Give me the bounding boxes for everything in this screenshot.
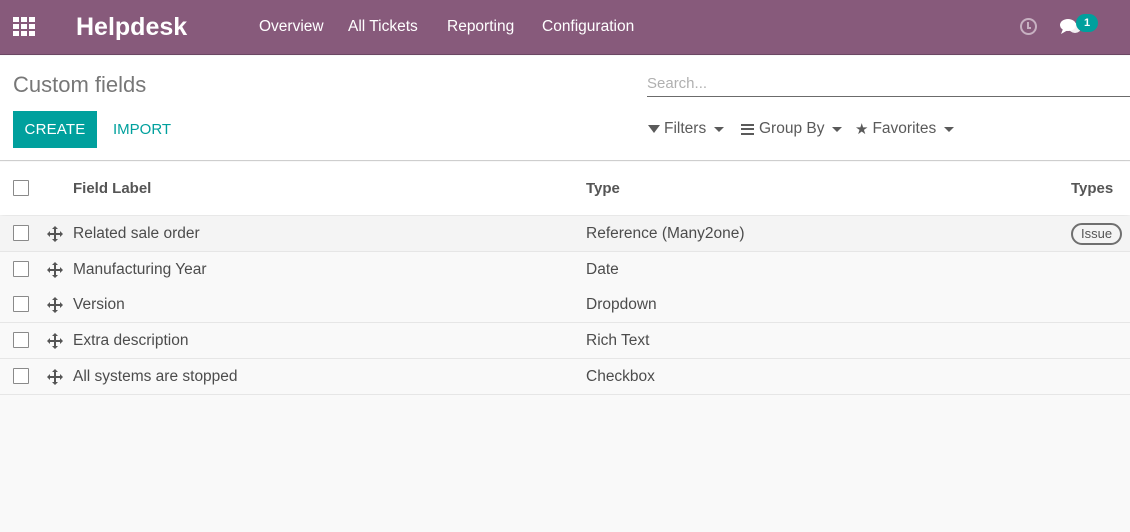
field-label-cell: Manufacturing Year: [73, 261, 207, 278]
row-checkbox[interactable]: [13, 332, 29, 348]
message-count-badge: 1: [1076, 14, 1098, 32]
table-row[interactable]: Extra description Rich Text: [0, 323, 1130, 359]
page-title: Custom fields: [13, 72, 147, 97]
field-label-cell: Extra description: [73, 332, 189, 349]
row-checkbox[interactable]: [13, 261, 29, 277]
caret-down-icon: [832, 126, 843, 132]
star-icon: ★: [855, 121, 869, 138]
group-by-label: Group By: [759, 120, 825, 137]
app-brand[interactable]: Helpdesk: [76, 13, 187, 42]
search-box: [647, 71, 1130, 97]
row-checkbox[interactable]: [13, 368, 29, 384]
drag-handle-icon[interactable]: [47, 262, 63, 278]
drag-handle-icon[interactable]: [47, 369, 63, 385]
search-input[interactable]: [647, 71, 1130, 95]
row-checkbox[interactable]: [13, 225, 29, 241]
group-by-button[interactable]: Group By: [741, 119, 843, 139]
grid-icon[interactable]: [13, 17, 35, 37]
list-icon: [741, 123, 754, 135]
favorites-label: Favorites: [872, 120, 937, 137]
column-header-type[interactable]: Type: [586, 180, 620, 197]
drag-handle-icon[interactable]: [47, 297, 63, 313]
filters-label: Filters: [664, 120, 707, 137]
create-button[interactable]: CREATE: [13, 111, 97, 148]
top-navbar: Helpdesk Overview All Tickets Reporting …: [0, 0, 1130, 55]
type-tag: Issue: [1071, 223, 1123, 245]
field-type-cell: Checkbox: [586, 368, 655, 385]
row-checkbox[interactable]: [13, 296, 29, 312]
table-header: Field Label Type Types: [0, 162, 1130, 215]
field-label-cell: All systems are stopped: [73, 368, 238, 385]
select-all-checkbox[interactable]: [13, 180, 29, 196]
filters-button[interactable]: Filters: [648, 119, 725, 139]
field-type-cell: Reference (Many2one): [586, 225, 745, 242]
table-row[interactable]: Version Dropdown: [0, 287, 1130, 323]
menu-all-tickets[interactable]: All Tickets: [348, 18, 418, 36]
drag-handle-icon[interactable]: [47, 333, 63, 349]
control-panel: Custom fields CREATE IMPORT Filters Grou…: [0, 56, 1130, 161]
field-type-cell: Date: [586, 261, 619, 278]
caret-down-icon: [714, 126, 725, 132]
field-label-cell: Related sale order: [73, 225, 200, 242]
clock-icon[interactable]: [1020, 18, 1037, 35]
drag-handle-icon[interactable]: [47, 226, 63, 242]
caret-down-icon: [944, 126, 955, 132]
column-header-types[interactable]: Types: [1071, 180, 1113, 197]
menu-overview[interactable]: Overview: [259, 18, 324, 36]
field-label-cell: Version: [73, 296, 125, 313]
column-header-field-label[interactable]: Field Label: [73, 180, 151, 197]
table-row[interactable]: All systems are stopped Checkbox: [0, 359, 1130, 395]
menu-configuration[interactable]: Configuration: [542, 18, 634, 36]
filter-icon: [648, 125, 660, 133]
field-type-cell: Rich Text: [586, 332, 650, 349]
table-row[interactable]: Related sale order Reference (Many2one) …: [0, 216, 1130, 252]
favorites-button[interactable]: ★ Favorites: [855, 119, 955, 139]
import-button[interactable]: IMPORT: [113, 111, 171, 148]
menu-reporting[interactable]: Reporting: [447, 18, 514, 36]
table-row[interactable]: Manufacturing Year Date: [0, 252, 1130, 288]
field-type-cell: Dropdown: [586, 296, 657, 313]
